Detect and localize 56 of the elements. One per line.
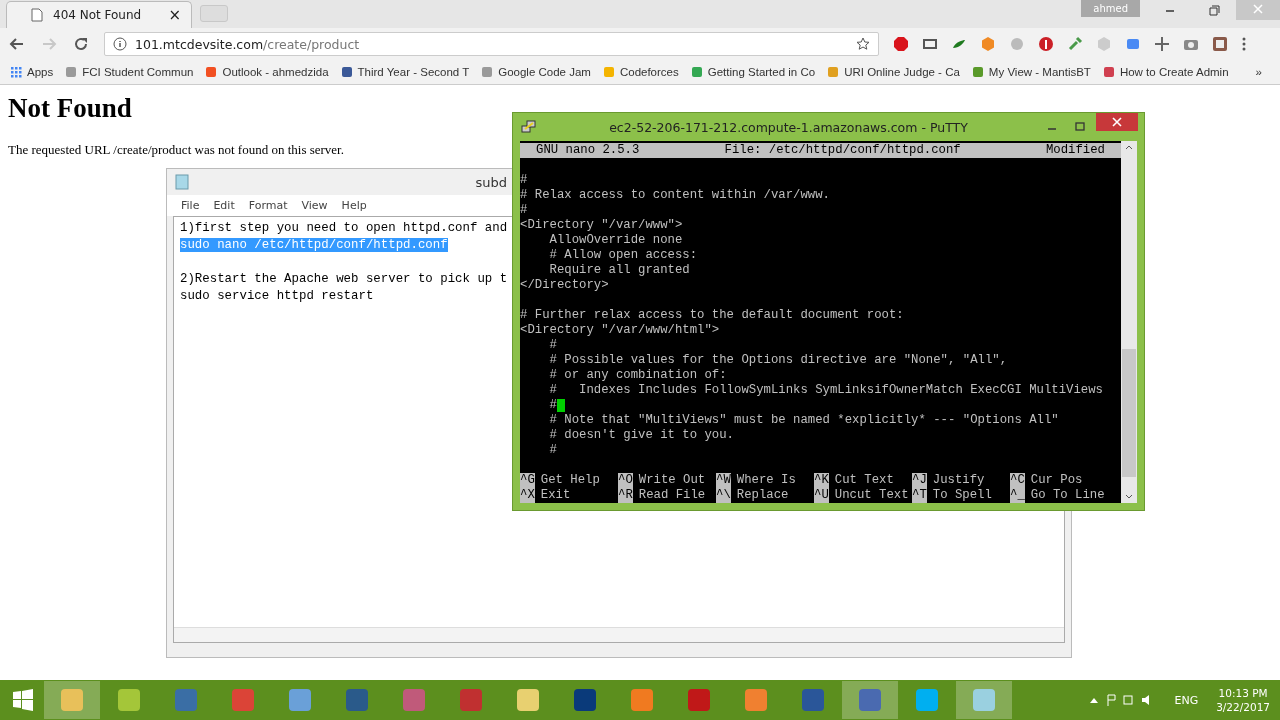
- code-line: # doesn't give it to you.: [548, 428, 734, 443]
- shortcut-key: ^W: [716, 473, 731, 488]
- code-line: # Further relax access to the default document root:: [520, 308, 904, 323]
- shortcut-key: ^X: [520, 488, 535, 503]
- shortcut-label: Read File: [638, 488, 706, 503]
- code-line: # Relax access to content within /var/www.: [520, 188, 830, 203]
- code-line: # or any combination of:: [548, 368, 727, 383]
- shortcut-label: Get Help: [540, 473, 600, 488]
- page-heading: Not Found: [8, 93, 132, 124]
- code-line: # Note that "MultiViews" must be named *explicitly* --- "Options All": [548, 413, 1059, 428]
- code-line: #: [548, 338, 557, 353]
- error-message: The requested URL /create/product was not found on this server.: [8, 142, 344, 158]
- shortcut-key: ^T: [912, 488, 927, 503]
- code-line: <Directory "/var/www">: [520, 218, 683, 233]
- shortcut-label: To Spell: [932, 488, 992, 503]
- code-line: # Indexes Includes FollowSymLinks SymLinksifOwnerMatch ExecCGI MultiViews: [548, 383, 1103, 398]
- code-line: # Allow open access:: [548, 248, 698, 263]
- file-name: File: /etc/httpd/conf/httpd.conf: [724, 143, 961, 158]
- shortcut-key: ^U: [814, 488, 829, 503]
- shortcut-label: Justify: [932, 473, 985, 488]
- window-title: ec2-52-206-171-212.compute-1.amazonaws.com - PuTTY: [608, 119, 969, 135]
- code-line: <Directory "/var/www/html">: [520, 323, 720, 338]
- time-text: 10:13 PM: [1218, 686, 1268, 700]
- code-line: #: [520, 203, 528, 218]
- code-line: #: [548, 443, 557, 458]
- shortcut-label: Replace: [736, 488, 789, 503]
- text-line: 1)first step you need to open httpd.conf and: [180, 221, 508, 235]
- code-line: Require all granted: [548, 263, 690, 278]
- shortcut-key: ^J: [912, 473, 927, 488]
- shortcut-label: Uncut Text: [834, 488, 909, 503]
- shortcut-key: ^G: [520, 473, 535, 488]
- code-line: AllowOverride none: [548, 233, 683, 248]
- text-line: sudo service httpd restart: [180, 289, 374, 303]
- date-text: 3/22/2017: [1216, 700, 1270, 714]
- shortcut-label: Where Is: [736, 473, 796, 488]
- shortcut-label: Go To Line: [1030, 488, 1105, 503]
- shortcut-label: Write Out: [638, 473, 706, 488]
- text-line: 2)Restart the Apache web server to pick up t: [180, 272, 508, 286]
- code-line: #: [520, 173, 528, 188]
- shortcut-key: ^\: [716, 488, 731, 503]
- shortcut-key: ^C: [1010, 473, 1025, 488]
- url-text: 101.mtcdevsite.com/create/product: [135, 36, 360, 52]
- tab-title: 404 Not Found: [53, 8, 142, 22]
- code-line: # Possible values for the Options directive are "None", "All",: [548, 353, 1008, 368]
- nano-version: GNU nano 2.5.3: [536, 143, 640, 158]
- shortcut-key: ^K: [814, 473, 829, 488]
- shortcut-label: Cur Pos: [1030, 473, 1083, 488]
- modified-status: Modified: [1045, 143, 1105, 158]
- window-title: subd: [475, 174, 507, 190]
- code-line: #: [548, 398, 557, 413]
- code-line: </Directory>: [520, 278, 609, 293]
- shortcut-label: Exit: [540, 488, 571, 503]
- shortcut-key: ^O: [618, 473, 633, 488]
- shortcut-key: ^_: [1010, 488, 1025, 503]
- shortcut-label: Cut Text: [834, 473, 894, 488]
- shortcut-key: ^R: [618, 488, 633, 503]
